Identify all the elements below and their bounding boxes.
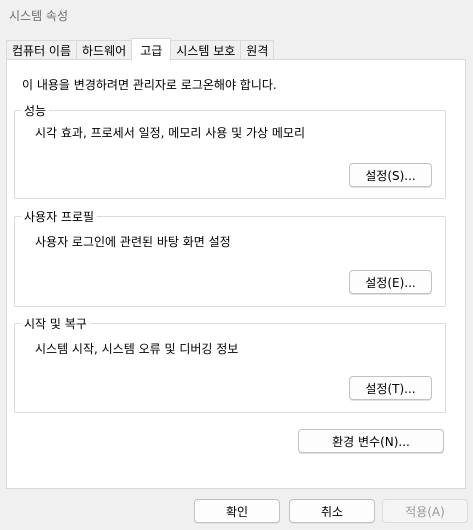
startup-recovery-group: 시작 및 복구 시스템 시작, 시스템 오류 및 디버깅 정보 설정(T)... — [14, 315, 446, 413]
ok-button[interactable]: 확인 — [194, 499, 280, 523]
user-profiles-settings-button[interactable]: 설정(E)... — [349, 270, 432, 294]
tab-label: 하드웨어 — [82, 44, 127, 58]
cancel-button[interactable]: 취소 — [289, 499, 375, 523]
user-profiles-group-title: 사용자 프로필 — [21, 208, 98, 225]
system-properties-window: 시스템 속성 컴퓨터 이름 하드웨어 고급 시스템 보호 원격 이 내용을 변경… — [0, 0, 473, 530]
environment-variables-button[interactable]: 환경 변수(N)... — [298, 429, 444, 453]
tab-hardware[interactable]: 하드웨어 — [76, 40, 133, 60]
user-profiles-group: 사용자 프로필 사용자 로그인에 관련된 바탕 화면 설정 설정(E)... — [14, 208, 446, 307]
window-title: 시스템 속성 — [9, 8, 69, 23]
tab-label: 컴퓨터 이름 — [12, 44, 72, 58]
tab-remote[interactable]: 원격 — [240, 40, 275, 60]
tab-label: 원격 — [246, 44, 269, 58]
startup-recovery-settings-button[interactable]: 설정(T)... — [349, 376, 432, 400]
tab-label: 시스템 보호 — [176, 44, 236, 58]
tab-label: 고급 — [140, 43, 163, 58]
performance-settings-button[interactable]: 설정(S)... — [349, 163, 432, 187]
startup-recovery-group-title: 시작 및 복구 — [21, 315, 90, 332]
title-bar: 시스템 속성 — [0, 0, 473, 30]
admin-notice: 이 내용을 변경하려면 관리자로 로그온해야 합니다. — [22, 78, 277, 92]
tab-advanced[interactable]: 고급 — [131, 38, 172, 61]
user-profiles-description: 사용자 로그인에 관련된 바탕 화면 설정 — [35, 235, 231, 249]
tab-computer-name[interactable]: 컴퓨터 이름 — [6, 40, 78, 60]
apply-button[interactable]: 적용(A) — [382, 499, 468, 523]
tab-system-protection[interactable]: 시스템 보호 — [170, 40, 242, 60]
tab-strip: 컴퓨터 이름 하드웨어 고급 시스템 보호 원격 — [6, 38, 275, 61]
performance-description: 시각 효과, 프로세서 일정, 메모리 사용 및 가상 메모리 — [35, 126, 305, 140]
performance-group: 성능 시각 효과, 프로세서 일정, 메모리 사용 및 가상 메모리 설정(S)… — [14, 102, 446, 199]
performance-group-title: 성능 — [21, 102, 50, 119]
startup-recovery-description: 시스템 시작, 시스템 오류 및 디버깅 정보 — [35, 342, 239, 356]
